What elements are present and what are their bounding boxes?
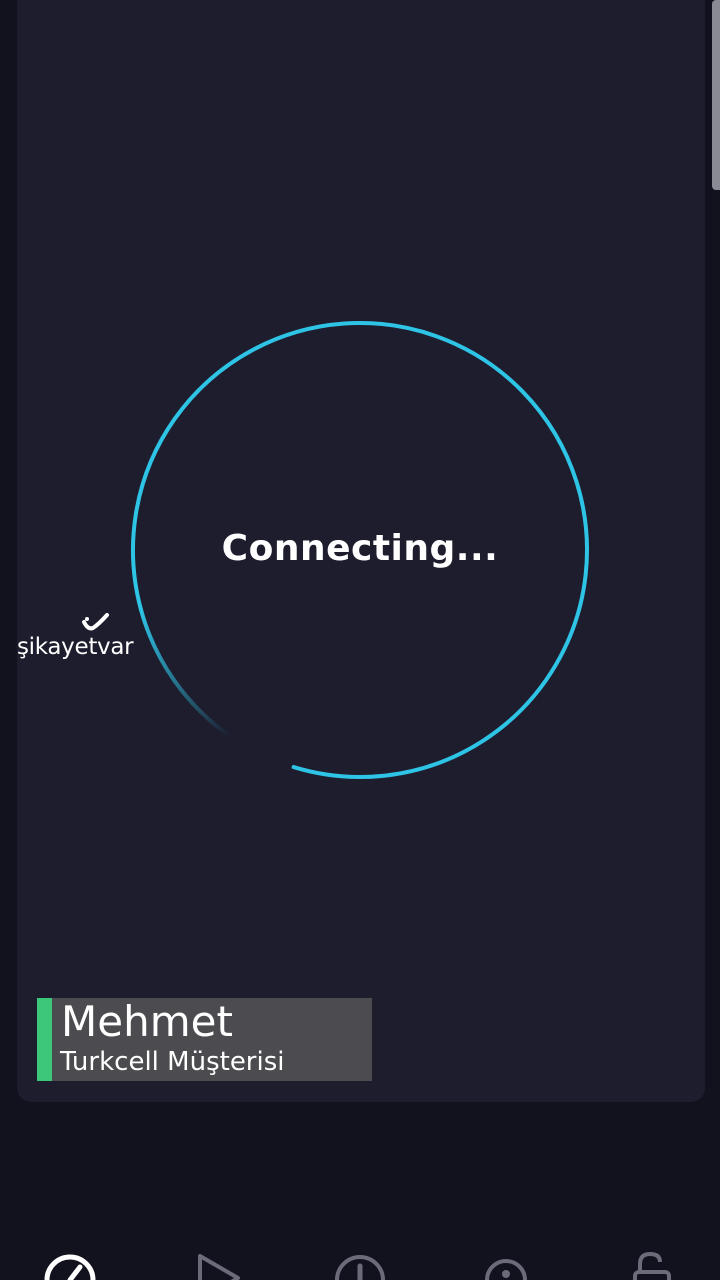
nav-location[interactable] — [476, 1250, 536, 1280]
sikayetvar-watermark: şikayetvar — [17, 612, 147, 668]
connecting-status: Connecting... — [221, 528, 499, 569]
app-screen: Connecting... şikayetvar Mehmet Turkcell… — [0, 0, 720, 1280]
speaker-name: Mehmet — [61, 997, 233, 1046]
nav-alerts[interactable] — [330, 1250, 390, 1280]
speaker-subtitle: Turkcell Müşterisi — [60, 1047, 285, 1077]
scrollbar[interactable] — [712, 0, 720, 190]
sikayetvar-logo-icon — [82, 613, 109, 631]
nav-video[interactable] — [188, 1250, 248, 1280]
play-icon — [198, 1254, 240, 1280]
speaker-caption: Mehmet Turkcell Müşterisi — [37, 998, 372, 1081]
bottom-navigation — [0, 1240, 720, 1280]
speedometer-icon — [44, 1254, 96, 1280]
alert-icon — [335, 1255, 385, 1280]
caption-accent-bar — [37, 998, 52, 1081]
nav-vpn[interactable] — [622, 1250, 682, 1280]
unlock-icon — [633, 1251, 671, 1280]
sikayetvar-logo-text: şikayetvar — [17, 634, 134, 660]
connection-ring: Connecting... — [120, 310, 600, 790]
nav-speedtest[interactable] — [40, 1250, 100, 1280]
location-icon — [485, 1259, 527, 1280]
